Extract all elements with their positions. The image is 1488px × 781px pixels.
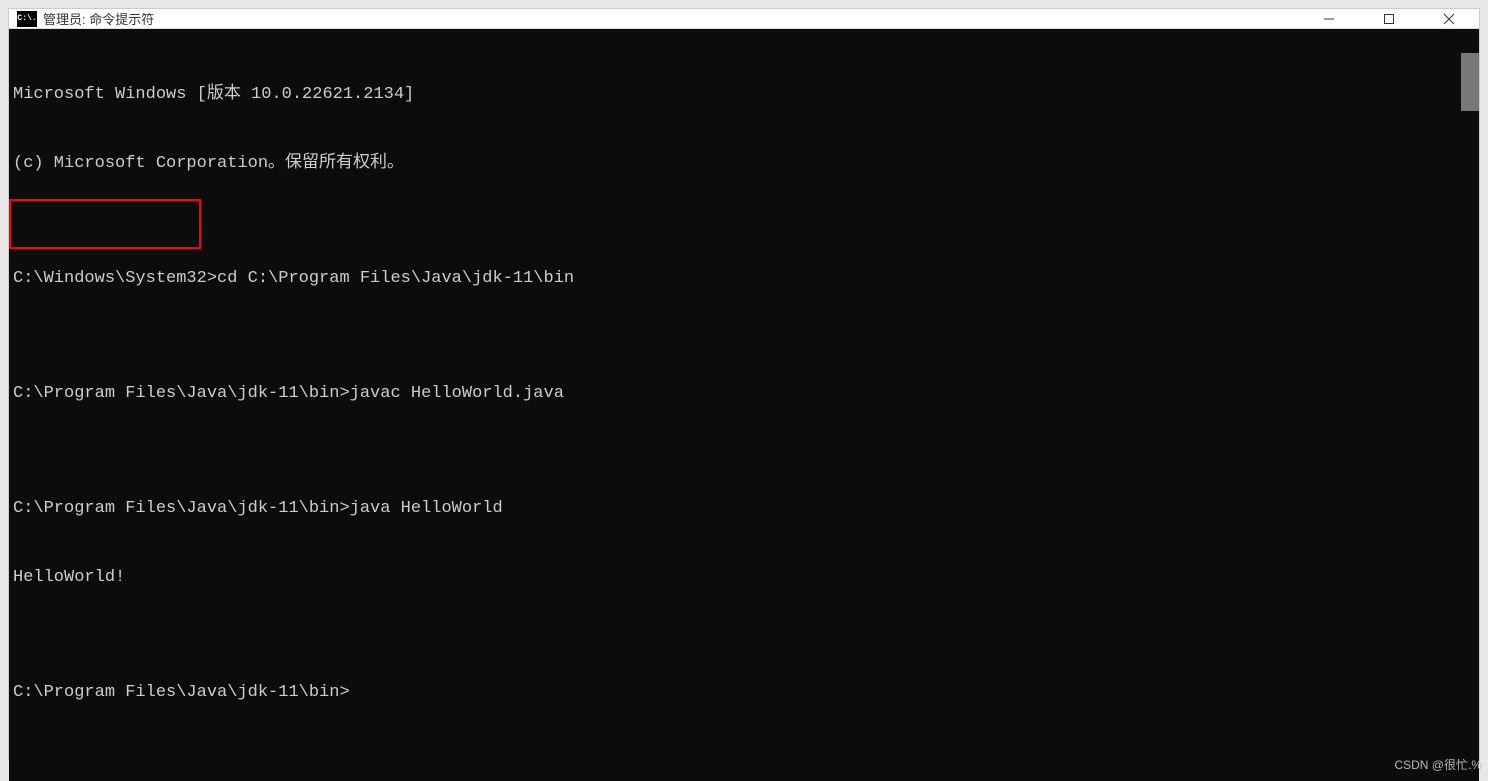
- maximize-button[interactable]: [1359, 9, 1419, 28]
- titlebar[interactable]: C:\. 管理员: 命令提示符: [9, 9, 1479, 29]
- annotation-highlight-box: [9, 199, 201, 249]
- command-prompt-window: C:\. 管理员: 命令提示符 Microsoft Windows [版本 10…: [8, 8, 1480, 760]
- watermark-text: CSDN @很忙.%: [1394, 756, 1482, 773]
- terminal-scrollbar[interactable]: [1459, 29, 1479, 781]
- terminal-line: HelloWorld!: [13, 566, 1455, 589]
- terminal-line: C:\Windows\System32>cd C:\Program Files\…: [13, 267, 1455, 290]
- close-button[interactable]: [1419, 9, 1479, 28]
- terminal-line: Microsoft Windows [版本 10.0.22621.2134]: [13, 83, 1455, 106]
- maximize-icon: [1383, 13, 1395, 25]
- close-icon: [1443, 13, 1455, 25]
- terminal-content[interactable]: Microsoft Windows [版本 10.0.22621.2134] (…: [9, 29, 1459, 781]
- scrollbar-thumb[interactable]: [1461, 53, 1479, 111]
- terminal-area: Microsoft Windows [版本 10.0.22621.2134] (…: [9, 29, 1479, 781]
- cmd-icon: C:\.: [17, 11, 37, 27]
- window-title: 管理员: 命令提示符: [43, 9, 1299, 28]
- terminal-line: (c) Microsoft Corporation。保留所有权利。: [13, 152, 1455, 175]
- terminal-line: C:\Program Files\Java\jdk-11\bin>javac H…: [13, 382, 1455, 405]
- terminal-line: C:\Program Files\Java\jdk-11\bin>: [13, 681, 1455, 704]
- minimize-button[interactable]: [1299, 9, 1359, 28]
- terminal-line: C:\Program Files\Java\jdk-11\bin>java He…: [13, 497, 1455, 520]
- window-controls: [1299, 9, 1479, 28]
- minimize-icon: [1323, 13, 1335, 25]
